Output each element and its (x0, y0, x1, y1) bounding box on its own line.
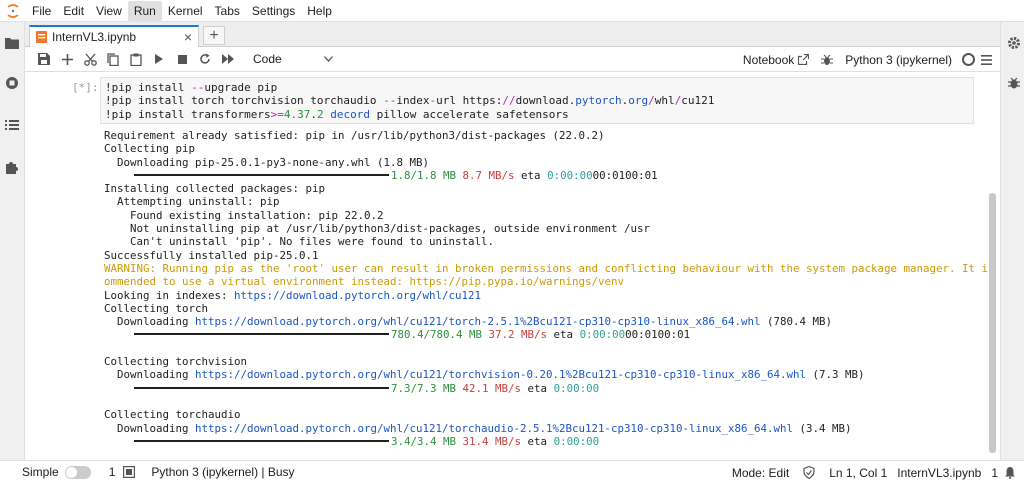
menu-file[interactable]: File (26, 1, 57, 21)
notebook-panel: [*]: !pip install --upgrade pip !pip ins… (25, 73, 1000, 460)
progress-line: 1.8/1.8 MB 8.7 MB/s eta 0:00:0000:0100:0… (104, 169, 974, 182)
interrupt-stop-icon[interactable] (171, 48, 193, 70)
status-bar-right: Mode: Edit Ln 1, Col 1 InternVL3.ipynb 1 (722, 461, 1016, 483)
output-line: Attempting uninstall: pip (104, 195, 280, 209)
shield-icon[interactable] (803, 466, 815, 479)
menu-edit[interactable]: Edit (57, 1, 90, 21)
open-external-icon[interactable] (798, 54, 810, 65)
progress-bar (134, 386, 389, 389)
output-line: Not uninstalling pip at /usr/lib/python3… (104, 222, 651, 236)
progress-line: 3.4/3.4 MB 31.4 MB/s eta 0:00:00 (104, 435, 974, 448)
output-line: Collecting torch (104, 301, 209, 315)
output-line: Downloading https://download.pytorch.org… (104, 315, 833, 329)
menu-bar: File Edit View Run Kernel Tabs Settings Help (0, 0, 1024, 22)
jupyter-logo (0, 0, 26, 22)
add-tab-button[interactable]: + (203, 26, 225, 45)
status-filename: InternVL3.ipynb (897, 465, 982, 480)
menu-settings[interactable]: Settings (246, 1, 301, 21)
warning-line: WARNING: Running pip as the 'root' user … (104, 261, 1000, 275)
cell-output: Requirement already satisfied: pip in /u… (104, 129, 1000, 460)
insert-cell-plus-icon[interactable] (56, 48, 78, 70)
toolbar-right: Notebook Python 3 (ipykernel) (739, 47, 996, 72)
paste-clipboard-icon[interactable] (125, 48, 147, 70)
cut-scissors-icon[interactable] (79, 48, 101, 70)
table-of-contents-icon[interactable] (3, 116, 21, 134)
output-line: Found existing installation: pip 22.0.2 (104, 208, 384, 222)
simple-mode-toggle[interactable] (64, 465, 91, 479)
output-line: Can't uninstall 'pip'. No files were fou… (104, 235, 495, 249)
copy-icon[interactable] (102, 48, 124, 70)
kernel-status[interactable]: Python 3 (ipykernel) | Busy (151, 465, 294, 479)
restart-kernel-icon[interactable] (194, 48, 216, 70)
status-bar: Simple 1 Python 3 (ipykernel) | Busy Mod… (0, 460, 1024, 483)
code-line: !pip install transformers>=4.37.2 decord… (105, 107, 569, 121)
progress-bar (134, 439, 389, 442)
cell-type-select[interactable]: Code (253, 52, 333, 66)
terminals-count[interactable]: 1 (109, 465, 116, 479)
menu-view[interactable]: View (90, 1, 128, 21)
output-line: Downloading https://download.pytorch.org… (104, 368, 865, 382)
menu-tabs[interactable]: Tabs (209, 1, 246, 21)
folder-icon[interactable] (3, 34, 21, 52)
simple-mode-label: Simple (22, 465, 59, 479)
progress-line: 7.3/7.3 MB 42.1 MB/s eta 0:00:00 (104, 382, 974, 395)
menu-run[interactable]: Run (127, 0, 162, 21)
tab-label: InternVL3.ipynb (52, 30, 137, 44)
cell-type-label: Code (253, 52, 282, 66)
menu-help[interactable]: Help (301, 1, 338, 21)
run-cell-play-icon[interactable] (148, 48, 170, 70)
kernel-name-button[interactable]: Python 3 (ipykernel) (845, 53, 952, 67)
chevron-down-icon (324, 56, 333, 62)
output-line: Looking in indexes: https://download.pyt… (104, 288, 482, 302)
tab-close-icon[interactable]: × (184, 29, 192, 45)
kernel-sessions-icon[interactable] (123, 466, 136, 478)
main-area: InternVL3.ipynb × + Code Notebook Python… (25, 22, 1000, 460)
output-line: Installing collected packages: pip (104, 182, 326, 196)
property-inspector-gear-icon[interactable] (1005, 34, 1023, 52)
code-line: !pip install torch torchvision torchaudi… (105, 94, 715, 108)
kernel-status-circle-icon (962, 53, 975, 66)
save-icon[interactable] (33, 48, 55, 70)
output-line: Collecting torchvision (104, 355, 248, 369)
debug-bug-icon[interactable] (821, 54, 834, 66)
editor-mode: Mode: Edit (731, 465, 790, 480)
output-line: Downloading pip-25.0.1-py3-none-any.whl … (104, 155, 430, 169)
tab-bar: InternVL3.ipynb × + (25, 22, 1000, 47)
right-sidebar (1000, 22, 1024, 460)
menu-hamburger-icon[interactable] (981, 54, 992, 65)
cursor-position[interactable]: Ln 1, Col 1 (829, 466, 887, 480)
output-line: Downloading https://download.pytorch.org… (104, 421, 852, 435)
running-icon[interactable] (3, 74, 21, 92)
code-line: !pip install --upgrade pip (105, 81, 278, 94)
notification-count[interactable]: 1 (991, 466, 998, 480)
notebook-view-button[interactable]: Notebook (743, 53, 794, 67)
output-line: Collecting torchaudio (104, 408, 241, 422)
code-cell-editor[interactable]: !pip install --upgrade pip !pip install … (100, 77, 974, 124)
progress-bar (134, 173, 389, 176)
output-line: Successfully installed pip-25.0.1 (104, 248, 319, 262)
scrollbar[interactable] (989, 193, 996, 453)
progress-bar (134, 333, 389, 336)
notification-bell-icon[interactable] (1004, 466, 1016, 479)
output-line: Collecting pip (104, 142, 196, 156)
debugger-bug-icon[interactable] (1005, 74, 1023, 92)
restart-run-all-fast-forward-icon[interactable] (217, 48, 239, 70)
cell-prompt: [*]: (72, 81, 99, 94)
notebook-tab[interactable]: InternVL3.ipynb × (29, 25, 199, 47)
progress-line: 780.4/780.4 MB 37.2 MB/s eta 0:00:0000:0… (104, 328, 974, 341)
left-sidebar (0, 22, 25, 460)
menu-kernel[interactable]: Kernel (162, 1, 209, 21)
notebook-toolbar: Code Notebook Python 3 (ipykernel) (25, 47, 1000, 72)
extension-puzzle-icon[interactable] (3, 158, 21, 176)
warning-line: ommended to use a virtual environment in… (104, 275, 625, 289)
output-line: Requirement already satisfied: pip in /u… (104, 129, 605, 142)
notebook-file-icon (36, 31, 47, 43)
